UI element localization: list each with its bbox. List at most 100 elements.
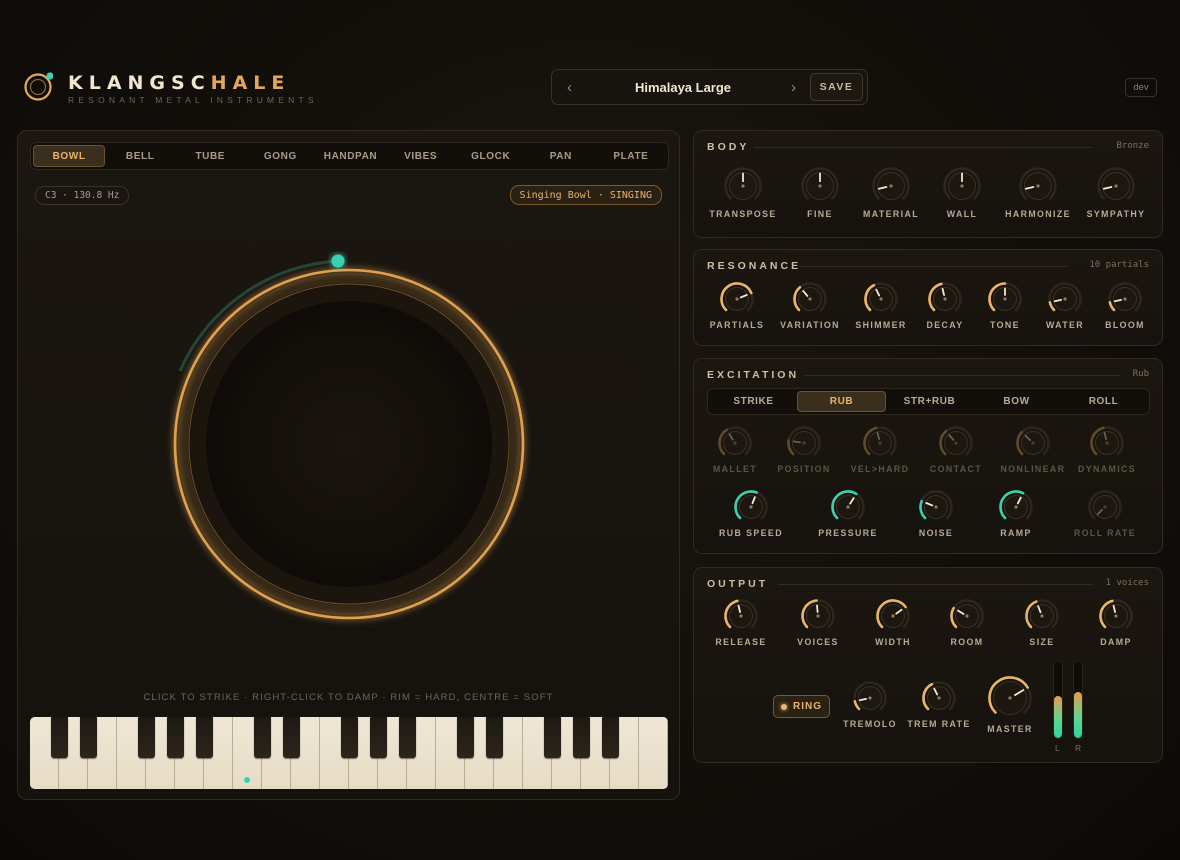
knob-dial-icon[interactable] <box>786 425 822 461</box>
knob-dial-icon[interactable] <box>852 680 888 716</box>
knob-center <box>1003 297 1007 301</box>
knob-dial-icon[interactable] <box>800 166 840 206</box>
knob-label: VARIATION <box>780 320 840 330</box>
black-key[interactable] <box>573 717 590 758</box>
black-key[interactable] <box>80 717 97 758</box>
knob-wall[interactable]: WALL <box>922 166 1002 219</box>
knob-center <box>733 441 737 445</box>
knob-variation[interactable]: VARIATION <box>770 281 850 330</box>
knob-dial-icon[interactable] <box>719 281 755 317</box>
bowl-contact-point[interactable] <box>331 254 345 268</box>
knob-dial-icon[interactable] <box>830 489 866 525</box>
knob-roll-rate[interactable]: ROLL RATE <box>1065 489 1145 538</box>
knob-voices[interactable]: VOICES <box>778 598 858 647</box>
knob-pressure[interactable]: PRESSURE <box>808 489 888 538</box>
knob-material[interactable]: MATERIAL <box>851 166 931 219</box>
knob-dial-icon[interactable] <box>863 281 899 317</box>
knob-transpose[interactable]: TRANSPOSE <box>703 166 783 219</box>
bowl-visual[interactable] <box>18 131 679 691</box>
knob-dial-icon[interactable] <box>1047 281 1083 317</box>
knob-dial-icon[interactable] <box>987 281 1023 317</box>
knob-dial-icon[interactable] <box>1096 166 1136 206</box>
knob-dial-icon[interactable] <box>938 425 974 461</box>
knob-dial-icon[interactable] <box>717 425 753 461</box>
knob-dial-icon[interactable] <box>949 598 985 634</box>
knob-dial-icon[interactable] <box>723 598 759 634</box>
knob-rub-speed[interactable]: RUB SPEED <box>711 489 791 538</box>
knob-room[interactable]: ROOM <box>927 598 1007 647</box>
black-key[interactable] <box>196 717 213 758</box>
knob-master[interactable]: MASTER <box>970 675 1050 734</box>
knob-center <box>1014 505 1018 509</box>
knob-dial-icon[interactable] <box>723 166 763 206</box>
knob-dial-icon[interactable] <box>1098 598 1134 634</box>
knob-contact[interactable]: CONTACT <box>916 425 996 474</box>
knob-dial-icon[interactable] <box>1024 598 1060 634</box>
mode-roll[interactable]: ROLL <box>1060 391 1147 412</box>
preset-name[interactable]: Himalaya Large <box>552 80 814 95</box>
knob-noise[interactable]: NOISE <box>896 489 976 538</box>
knob-label: TREMOLO <box>843 719 897 729</box>
knob-dynamics[interactable]: DYNAMICS <box>1067 425 1147 474</box>
black-key[interactable] <box>370 717 387 758</box>
knob-vel-hard[interactable]: VEL>HARD <box>840 425 920 474</box>
mode-str-rub[interactable]: STR+RUB <box>886 391 973 412</box>
knob-dial-icon[interactable] <box>942 166 982 206</box>
knob-dial-icon[interactable] <box>1087 489 1123 525</box>
knob-position[interactable]: POSITION <box>764 425 844 474</box>
knob-dial-icon[interactable] <box>1107 281 1143 317</box>
black-key[interactable] <box>283 717 300 758</box>
next-preset-button[interactable]: › <box>791 79 796 96</box>
black-key[interactable] <box>167 717 184 758</box>
knob-ramp[interactable]: RAMP <box>976 489 1056 538</box>
knob-label: VEL>HARD <box>850 464 910 474</box>
ring-toggle[interactable]: RING <box>773 695 830 718</box>
black-key[interactable] <box>254 717 271 758</box>
knob-sympathy[interactable]: SYMPATHY <box>1076 166 1156 219</box>
black-key[interactable] <box>341 717 358 758</box>
black-key[interactable] <box>544 717 561 758</box>
save-button[interactable]: SAVE <box>810 73 863 101</box>
knob-size[interactable]: SIZE <box>1002 598 1082 647</box>
dev-button[interactable]: dev <box>1125 78 1157 97</box>
mode-strike[interactable]: STRIKE <box>710 391 797 412</box>
knob-label: TRANSPOSE <box>709 209 777 219</box>
excitation-mode-tabs: STRIKE RUB STR+RUB BOW ROLL <box>707 388 1150 415</box>
knob-dial-icon[interactable] <box>918 489 954 525</box>
knob-dial-icon[interactable] <box>800 598 836 634</box>
knob-width[interactable]: WIDTH <box>853 598 933 647</box>
black-key[interactable] <box>486 717 503 758</box>
knob-nonlinear[interactable]: NONLINEAR <box>993 425 1073 474</box>
white-key[interactable] <box>639 717 668 789</box>
mode-bow[interactable]: BOW <box>973 391 1060 412</box>
knob-dial-icon[interactable] <box>998 489 1034 525</box>
knob-bloom[interactable]: BLOOM <box>1085 281 1165 330</box>
knob-damp[interactable]: DAMP <box>1076 598 1156 647</box>
knob-dial-icon[interactable] <box>927 281 963 317</box>
knob-dial-icon[interactable] <box>1015 425 1051 461</box>
knob-partials[interactable]: PARTIALS <box>697 281 777 330</box>
knob-dial-icon[interactable] <box>871 166 911 206</box>
knob-dial-icon[interactable] <box>792 281 828 317</box>
knob-dial-icon[interactable] <box>1018 166 1058 206</box>
knob-dial-icon[interactable] <box>987 675 1033 721</box>
knob-trem-rate[interactable]: TREM RATE <box>899 680 979 729</box>
black-key[interactable] <box>399 717 416 758</box>
knob-harmonize[interactable]: HARMONIZE <box>998 166 1078 219</box>
black-key[interactable] <box>457 717 474 758</box>
knob-release[interactable]: RELEASE <box>701 598 781 647</box>
knob-dial-icon[interactable] <box>862 425 898 461</box>
knob-mallet[interactable]: MALLET <box>695 425 775 474</box>
black-key[interactable] <box>51 717 68 758</box>
piano-keyboard[interactable] <box>30 717 668 789</box>
knob-fine[interactable]: FINE <box>780 166 860 219</box>
black-key[interactable] <box>602 717 619 758</box>
knob-center <box>965 614 969 618</box>
knob-dial-icon[interactable] <box>921 680 957 716</box>
black-key[interactable] <box>138 717 155 758</box>
mode-rub[interactable]: RUB <box>797 391 886 412</box>
knob-dial-icon[interactable] <box>1089 425 1125 461</box>
knob-tremolo[interactable]: TREMOLO <box>830 680 910 729</box>
knob-dial-icon[interactable] <box>733 489 769 525</box>
knob-dial-icon[interactable] <box>875 598 911 634</box>
